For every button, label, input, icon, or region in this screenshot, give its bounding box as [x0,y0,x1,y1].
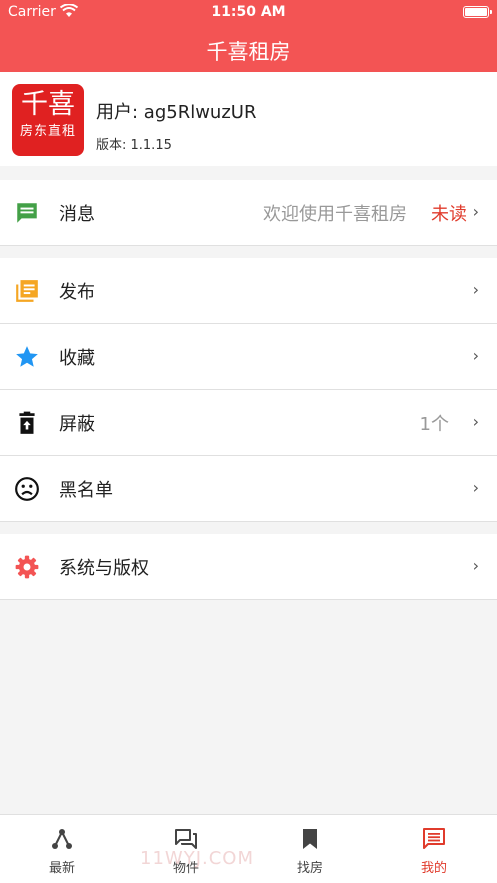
tab-label: 最新 [48,861,75,876]
bookmark-icon [303,829,317,849]
header-bar: Carrier 11:50 AM 千喜租房 [0,0,497,72]
logo-subtitle: 房东直租 [19,124,76,139]
menu-item-block[interactable]: 屏蔽 1个 › [0,390,497,456]
version-label: 版本: 1.1.15 [96,138,172,153]
watermark: 11WYJ.COM [140,848,254,869]
chevron-right-icon: › [472,346,479,365]
menu-label-favorite: 收藏 [59,348,95,369]
trash-restore-icon [19,411,35,434]
actions-card: 发布 › 收藏 › 屏蔽 1个 › 黑名单 › [0,258,497,522]
message-icon [17,203,37,223]
page-title: 千喜租房 [206,40,291,64]
star-icon [16,346,38,367]
menu-item-publish[interactable]: 发布 › [0,258,497,324]
menu-label-block: 屏蔽 [59,414,95,435]
profile-section: 千喜 房东直租 用户: ag5RlwuzUR 版本: 1.1.15 [0,72,497,166]
menu-item-system[interactable]: 系统与版权 › [0,534,497,600]
clock: 11:50 AM [211,4,286,20]
menu-label-message: 消息 [59,204,95,225]
chevron-right-icon: › [472,556,479,575]
menu-item-favorite[interactable]: 收藏 › [0,324,497,390]
battery-icon [463,6,492,18]
chevron-right-icon: › [472,280,479,299]
message-preview: 欢迎使用千喜租房 [263,204,407,225]
status-bar: Carrier 11:50 AM [0,0,497,26]
menu-label-system: 系统与版权 [59,558,149,579]
tab-latest[interactable]: 最新 [0,815,124,883]
settings-card: 系统与版权 › [0,534,497,600]
app-logo: 千喜 房东直租 [12,84,84,156]
message-card: 消息 欢迎使用千喜租房 未读 › [0,180,497,246]
sad-face-icon [15,477,39,501]
menu-label-publish: 发布 [59,282,95,303]
publish-icon [16,280,38,302]
username-label: 用户: ag5RlwuzUR [96,102,257,123]
tab-label: 我的 [420,861,447,876]
menu-item-blacklist[interactable]: 黑名单 › [0,456,497,522]
chevron-right-icon: › [472,202,479,221]
chevron-right-icon: › [472,478,479,497]
logo-title: 千喜 [21,89,75,120]
tab-label: 找房 [296,861,323,876]
unread-badge: 未读 [431,204,467,225]
share-network-icon [52,829,72,849]
gear-icon [15,555,39,579]
menu-label-blacklist: 黑名单 [59,480,113,501]
tab-find-house[interactable]: 找房 [248,815,372,883]
message-square-icon [423,828,445,849]
menu-item-message[interactable]: 消息 欢迎使用千喜租房 未读 › [0,180,497,246]
tab-mine[interactable]: 我的 [372,815,496,883]
blocked-count: 1个 [419,414,449,435]
chevron-right-icon: › [472,412,479,431]
